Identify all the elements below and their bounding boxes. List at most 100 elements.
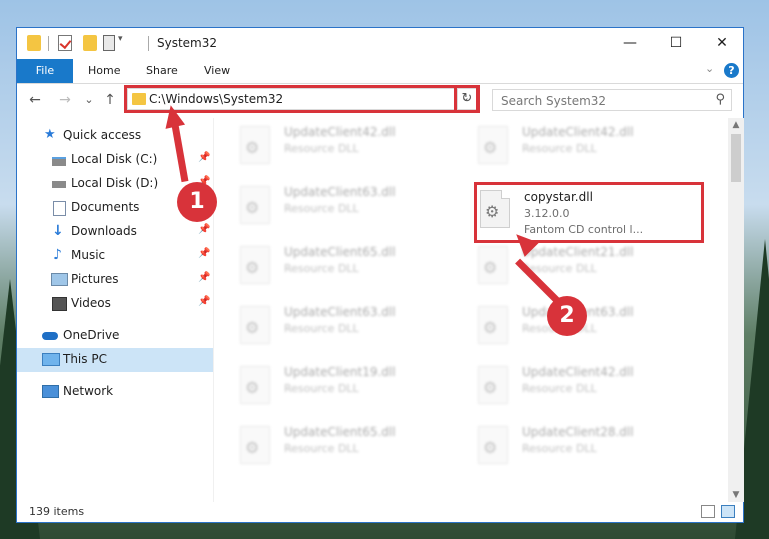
scroll-down-icon[interactable]: ▼ — [728, 488, 744, 502]
star-icon: ★ — [44, 127, 56, 142]
file-tile[interactable]: ⚙ UpdateClient65.dll Resource DLL — [214, 418, 450, 474]
back-button[interactable]: ← — [25, 90, 45, 110]
file-tile[interactable]: ⚙ UpdateClient42.dll Resource DLL — [452, 118, 688, 174]
pin-icon[interactable]: 📌 — [198, 224, 210, 235]
explorer-window: ▾ System32 — ☐ ✕ File Home Share View ⌄ … — [16, 27, 744, 523]
sidebar-item-videos[interactable]: Videos 📌 — [17, 292, 213, 316]
file-name: UpdateClient42.dll — [522, 125, 634, 139]
pin-icon[interactable]: 📌 — [198, 296, 210, 307]
music-icon: ♪ — [53, 247, 62, 263]
title-bar: ▾ System32 — ☐ ✕ — [17, 28, 743, 59]
search-icon[interactable]: ⚲ — [715, 92, 725, 107]
new-folder-icon[interactable] — [83, 35, 97, 51]
drive-icon — [52, 181, 66, 188]
window-title: System32 — [157, 36, 218, 50]
forward-button[interactable]: → — [55, 90, 75, 110]
file-type: Resource DLL — [284, 382, 359, 395]
file-tile[interactable]: ⚙ UpdateClient63.dll Resource DLL — [214, 298, 450, 354]
file-tile[interactable]: ⚙ UpdateClient28.dll Resource DLL — [452, 418, 688, 474]
scroll-up-icon[interactable]: ▲ — [728, 118, 744, 132]
pictures-icon — [51, 273, 68, 286]
expand-ribbon-icon[interactable]: ⌄ — [705, 62, 714, 75]
sidebar-item-label: This PC — [63, 352, 107, 366]
item-count: 139 items — [29, 505, 85, 518]
maximize-button[interactable]: ☐ — [653, 28, 699, 58]
tab-share[interactable]: Share — [146, 59, 178, 83]
pin-icon[interactable]: 📌 — [198, 272, 210, 283]
file-name: UpdateClient21.dll — [522, 245, 634, 259]
dll-file-icon: ⚙ — [478, 306, 508, 344]
status-bar: 139 items — [17, 502, 743, 523]
file-name: UpdateClient42.dll — [522, 365, 634, 379]
pin-icon[interactable]: 📌 — [198, 248, 210, 259]
tab-home[interactable]: Home — [88, 59, 120, 83]
close-button[interactable]: ✕ — [699, 28, 745, 58]
file-type: Resource DLL — [284, 262, 359, 275]
dll-file-icon: ⚙ — [240, 426, 270, 464]
file-tile[interactable]: ⚙ UpdateClient21.dll Resource DLL — [452, 238, 688, 294]
documents-icon — [53, 201, 66, 216]
sidebar-item-label: Quick access — [63, 128, 142, 142]
file-tile[interactable]: ⚙ UpdateClient42.dll Resource DLL — [214, 118, 450, 174]
sidebar-item-label: Music — [71, 248, 106, 262]
dll-file-icon: ⚙ — [478, 246, 508, 284]
file-type: Resource DLL — [284, 202, 359, 215]
gear-icon: ⚙ — [245, 138, 260, 157]
dll-file-icon: ⚙ — [240, 366, 270, 404]
search-box[interactable]: ⚲ — [492, 89, 732, 111]
gear-icon: ⚙ — [483, 438, 498, 457]
dll-file-icon: ⚙ — [478, 366, 508, 404]
properties-check-icon[interactable] — [58, 35, 72, 51]
minimize-button[interactable]: — — [607, 28, 653, 58]
file-type: Resource DLL — [522, 382, 597, 395]
search-input[interactable] — [499, 91, 703, 111]
customize-toolbar-icon[interactable] — [103, 35, 115, 51]
download-icon: ↓ — [52, 223, 64, 239]
sidebar-item-label: Local Disk (D:) — [71, 176, 159, 190]
sidebar-item-label: Local Disk (C:) — [71, 152, 158, 166]
pin-icon[interactable]: 📌 — [198, 152, 210, 163]
sidebar-item-pictures[interactable]: Pictures 📌 — [17, 268, 213, 292]
vertical-scrollbar[interactable]: ▲ ▼ — [728, 118, 744, 502]
sidebar-item-label: OneDrive — [63, 328, 120, 342]
file-type: Resource DLL — [284, 442, 359, 455]
file-list: ⚙ UpdateClient42.dll Resource DLL ⚙ Upda… — [214, 118, 726, 502]
sidebar-item-music[interactable]: ♪ Music 📌 — [17, 244, 213, 268]
file-name: UpdateClient19.dll — [284, 365, 396, 379]
dll-file-icon: ⚙ — [240, 126, 270, 164]
navigation-bar: ← → ⌄ ↑ C:\Windows\System32 ⌄ ↻ ⚲ — [17, 84, 743, 116]
recent-locations-button[interactable]: ⌄ — [79, 90, 99, 110]
sidebar-item-onedrive[interactable]: OneDrive — [17, 324, 213, 348]
gear-icon: ⚙ — [483, 318, 498, 337]
tab-file[interactable]: File — [17, 59, 73, 83]
file-name: UpdateClient42.dll — [284, 125, 396, 139]
gear-icon: ⚙ — [483, 138, 498, 157]
tiles-view-icon[interactable] — [721, 505, 735, 518]
up-button[interactable]: ↑ — [100, 90, 120, 110]
sidebar-item-label: Downloads — [71, 224, 137, 238]
details-view-icon[interactable] — [701, 505, 715, 518]
gear-icon: ⚙ — [483, 378, 498, 397]
sidebar-item-downloads[interactable]: ↓ Downloads 📌 — [17, 220, 213, 244]
sidebar-item-this-pc[interactable]: This PC — [17, 348, 213, 372]
file-name: UpdateClient65.dll — [284, 425, 396, 439]
gear-icon: ⚙ — [245, 198, 260, 217]
dll-file-icon: ⚙ — [240, 246, 270, 284]
file-tile[interactable]: ⚙ UpdateClient65.dll Resource DLL — [214, 238, 450, 294]
sidebar-item-quick-access[interactable]: ★ Quick access — [17, 124, 213, 148]
file-name: UpdateClient63.dll — [284, 185, 396, 199]
folder-icon[interactable] — [27, 35, 41, 51]
sidebar-item-label: Videos — [71, 296, 111, 310]
help-icon[interactable]: ? — [724, 63, 739, 78]
gear-icon: ⚙ — [245, 318, 260, 337]
gear-icon: ⚙ — [245, 438, 260, 457]
tab-view[interactable]: View — [204, 59, 230, 83]
file-tile[interactable]: ⚙ UpdateClient42.dll Resource DLL — [452, 358, 688, 414]
scroll-thumb[interactable] — [731, 134, 741, 182]
sidebar-item-network[interactable]: Network — [17, 380, 213, 404]
file-tile[interactable]: ⚙ UpdateClient63.dll Resource DLL — [214, 178, 450, 234]
divider — [48, 36, 49, 51]
toolbar-dropdown-icon[interactable]: ▾ — [118, 34, 132, 50]
file-tile[interactable]: ⚙ UpdateClient19.dll Resource DLL — [214, 358, 450, 414]
sidebar-item-label: Pictures — [71, 272, 119, 286]
